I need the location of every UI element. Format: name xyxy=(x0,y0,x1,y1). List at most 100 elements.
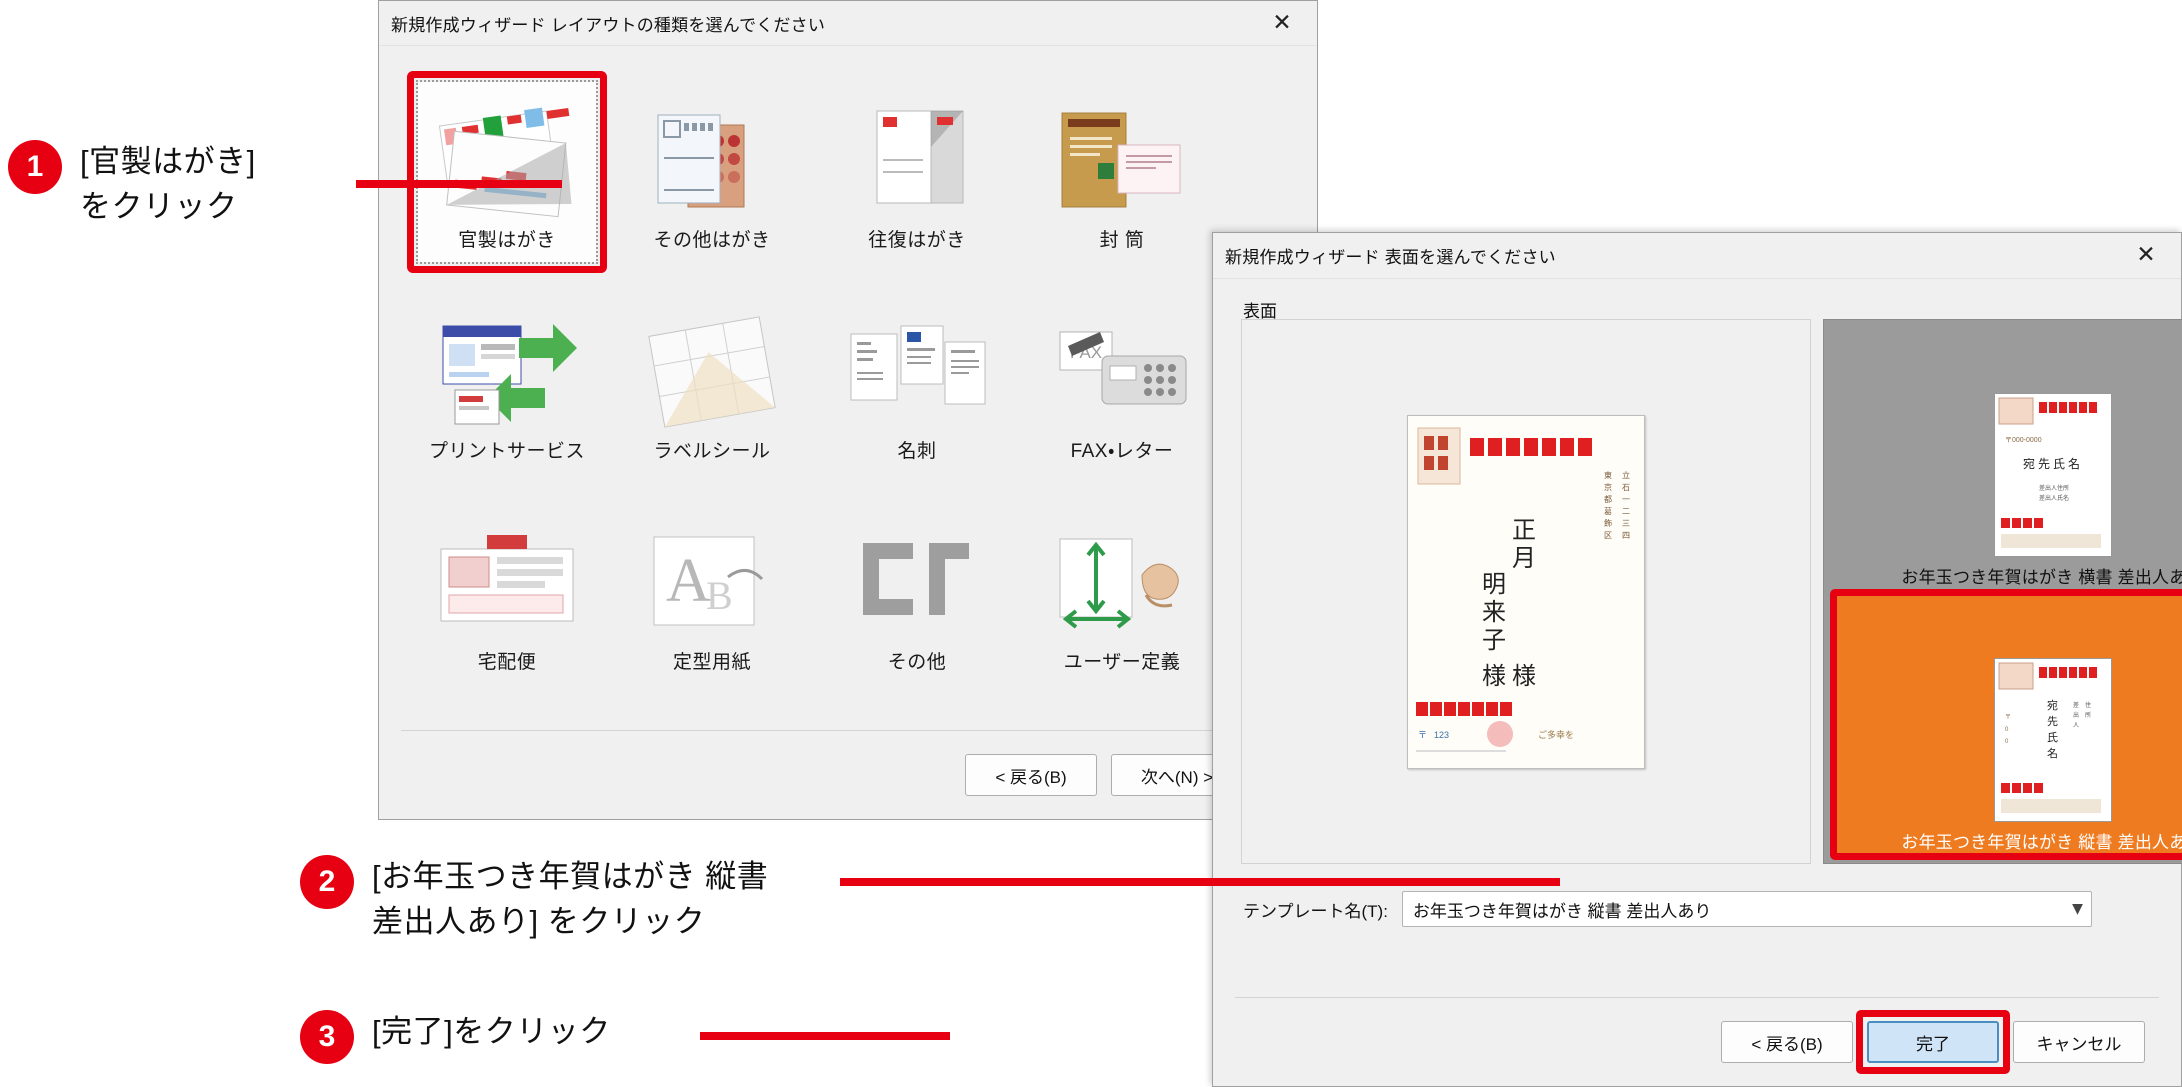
svg-text:0: 0 xyxy=(2005,727,2009,733)
print-service-icon xyxy=(423,308,591,436)
svg-text:宛 先 氏 名: 宛 先 氏 名 xyxy=(2023,456,2080,471)
svg-text:立: 立 xyxy=(1622,470,1630,480)
svg-text:京: 京 xyxy=(1604,483,1612,492)
layout-item-fuutou[interactable]: 封 筒 xyxy=(1033,82,1211,262)
layout-item-label: ユーザー定義 xyxy=(1063,652,1181,673)
callout-text: [完了]をクリック xyxy=(372,1014,611,1049)
svg-text:〒: 〒 xyxy=(2005,714,2011,721)
callout-number: 1 xyxy=(8,140,62,194)
close-icon[interactable]: ✕ xyxy=(1253,1,1311,45)
dialog1-button-row: < 戻る(B) 次へ(N) > xyxy=(965,754,1243,796)
svg-text:ご多幸を: ご多幸を xyxy=(1538,729,1574,740)
layout-item-label: FAX・レター xyxy=(1070,441,1174,462)
layout-item-user-teigi[interactable]: ユーザー定義 xyxy=(1033,504,1211,684)
svg-text:三: 三 xyxy=(1622,519,1630,528)
layout-item-label-seal[interactable]: ラベルシール xyxy=(623,293,801,473)
svg-text:様: 様 xyxy=(1482,663,1506,690)
cancel-button[interactable]: キャンセル xyxy=(2013,1021,2145,1063)
template-label: お年玉つき年賀はがき 縦書 差出人あり xyxy=(1901,833,2182,852)
dialog1-title-bar: 新規作成ウィザード レイアウトの種類を選んでください ✕ xyxy=(379,0,1317,46)
template-thumb: 〒000-0000 宛 先 氏 名 差出人住所差出人氏名 xyxy=(1993,392,2112,557)
callout-text: [お年玉つき年賀はがき 縦書 差出人あり] をクリック xyxy=(372,859,769,939)
svg-text:住: 住 xyxy=(2085,701,2091,709)
sonota-icon xyxy=(833,519,1001,647)
layout-item-label: 定型用紙 xyxy=(672,652,751,673)
meishi-icon xyxy=(833,308,1001,436)
layout-item-teikei-youshi[interactable]: A B 定型用紙 xyxy=(623,504,801,684)
layout-item-label: 名刺 xyxy=(897,441,937,462)
template-grid: 〒000-0000 宛 先 氏 名 差出人住所 差出人氏名 お年玉つき年賀はがき … xyxy=(1823,319,2182,864)
callout-text: [官製はがき] をクリック xyxy=(80,144,256,224)
new-wizard-front-side-dialog: 新規作成ウィザード 表面を選んでください ✕ 表面 東京都葛飾区 立 石 一 二… xyxy=(1212,232,2182,1087)
layout-type-grid: 官製はがき その他はがき 往復はがき 封 筒 プリントサービス ラベルシール 名… xyxy=(407,71,1297,709)
sonota-hagaki-icon xyxy=(628,97,796,225)
template-name-row: テンプレート名(T): お年玉つき年賀はがき 縦書 差出人あり ▼ xyxy=(1243,891,2092,927)
svg-text:先: 先 xyxy=(2047,715,2058,728)
svg-text:差出人氏名: 差出人氏名 xyxy=(2039,494,2069,502)
svg-text:所: 所 xyxy=(2085,711,2091,719)
layout-item-kansei-hagaki[interactable]: 官製はがき xyxy=(407,71,607,273)
layout-item-meishi[interactable]: 名刺 xyxy=(828,293,1006,473)
svg-text:正: 正 xyxy=(1512,518,1536,544)
layout-item-label: ラベルシール xyxy=(653,441,771,462)
layout-item-label: 封 筒 xyxy=(1099,230,1145,251)
template-option-tategaki-with-sender[interactable]: 宛先氏名 差出人 住所 〒 0 0 お年玉つき年賀はがき 縦書 差出人あり xyxy=(1830,588,2182,860)
layout-item-sonota[interactable]: その他 xyxy=(828,504,1006,684)
template-label: お年玉つき年賀はがき 横書 差出人あり xyxy=(1901,567,2182,587)
callout-1: 1 [官製はがき] をクリック xyxy=(8,140,256,230)
svg-text:出: 出 xyxy=(2073,711,2079,719)
layout-item-takuhaibin[interactable]: 宅配便 xyxy=(418,504,596,684)
svg-text:宛: 宛 xyxy=(2047,699,2058,712)
oufuku-hagaki-icon xyxy=(833,97,1001,225)
teikei-youshi-icon: A B xyxy=(628,519,796,647)
template-option-yokogaki-with-sender[interactable]: 〒000-0000 宛 先 氏 名 差出人住所 差出人氏名 お年玉つき年賀はがき … xyxy=(1836,330,2182,588)
callout-3-leader xyxy=(700,1032,950,1040)
layout-item-label: プリントサービス xyxy=(428,441,585,462)
chevron-down-icon[interactable]: ▼ xyxy=(2072,901,2083,917)
postcard-preview-pane: 東京都葛飾区 立石一二三四 正月 明来子 様様 〒 123 ご多幸を xyxy=(1241,319,1811,864)
layout-item-label: 宅配便 xyxy=(477,652,537,673)
template-name-combobox[interactable]: お年玉つき年賀はがき 縦書 差出人あり ▼ xyxy=(1401,891,2092,927)
svg-text:子: 子 xyxy=(1482,628,1506,654)
callout-number: 3 xyxy=(300,1010,354,1064)
dialog2-title-bar: 新規作成ウィザード 表面を選んでください ✕ xyxy=(1213,233,2181,279)
svg-text:0: 0 xyxy=(2005,739,2009,745)
svg-text:二: 二 xyxy=(1622,507,1630,516)
back-button[interactable]: < 戻る(B) xyxy=(965,754,1097,796)
layout-item-fax-letter[interactable]: FAX FAX・レター xyxy=(1033,293,1211,473)
dialog2-body: 表面 東京都葛飾区 立石一二三四 正 月 明 来 子 様 様 〒 123 ご多幸… xyxy=(1213,279,2182,1086)
svg-text:〒000-0000: 〒000-0000 xyxy=(2005,437,2042,444)
svg-text:氏: 氏 xyxy=(2047,731,2058,744)
svg-text:差: 差 xyxy=(2073,701,2079,709)
dialog2-divider xyxy=(1235,997,2159,998)
svg-text:飾: 飾 xyxy=(1604,518,1612,528)
layout-item-sonota-hagaki[interactable]: その他はがき xyxy=(623,82,801,262)
svg-text:名: 名 xyxy=(2047,746,2058,760)
layout-item-oufuku-hagaki[interactable]: 往復はがき xyxy=(828,82,1006,262)
takuhaibin-icon xyxy=(423,519,591,647)
callout-3: 3 [完了]をクリック xyxy=(300,1010,611,1064)
user-teigi-icon xyxy=(1038,519,1206,647)
svg-text:石: 石 xyxy=(1622,483,1630,492)
layout-item-print-service[interactable]: プリントサービス xyxy=(418,293,596,473)
svg-text:A: A xyxy=(666,547,711,615)
svg-text:区: 区 xyxy=(1604,531,1612,540)
template-thumb: 宛先氏名 差出人 住所 〒 0 0 xyxy=(1993,658,2112,822)
svg-text:来: 来 xyxy=(1482,599,1506,626)
callout-number: 2 xyxy=(300,855,354,909)
dialog1-title: 新規作成ウィザード レイアウトの種類を選んでください xyxy=(391,15,826,35)
dialog2-title: 新規作成ウィザード 表面を選んでください xyxy=(1225,248,1556,267)
back-button[interactable]: < 戻る(B) xyxy=(1721,1021,1853,1063)
selection-highlight-3 xyxy=(1856,1010,2010,1074)
svg-text:B: B xyxy=(706,573,733,618)
svg-text:様: 様 xyxy=(1512,663,1536,690)
close-icon[interactable]: ✕ xyxy=(2117,234,2175,278)
label-seal-icon xyxy=(628,308,796,436)
postcard-preview: 東京都葛飾区 立石一二三四 正月 明来子 様様 〒 123 ご多幸を xyxy=(1407,414,1645,769)
callout-2-leader-h xyxy=(840,878,1560,886)
callout-2: 2 [お年玉つき年賀はがき 縦書 差出人あり] をクリック xyxy=(300,855,768,945)
template-name-label: テンプレート名(T): xyxy=(1243,901,1388,921)
layout-item-label: その他 xyxy=(887,652,947,673)
svg-text:一: 一 xyxy=(1622,495,1630,504)
template-name-value: お年玉つき年賀はがき 縦書 差出人あり xyxy=(1412,901,1712,921)
